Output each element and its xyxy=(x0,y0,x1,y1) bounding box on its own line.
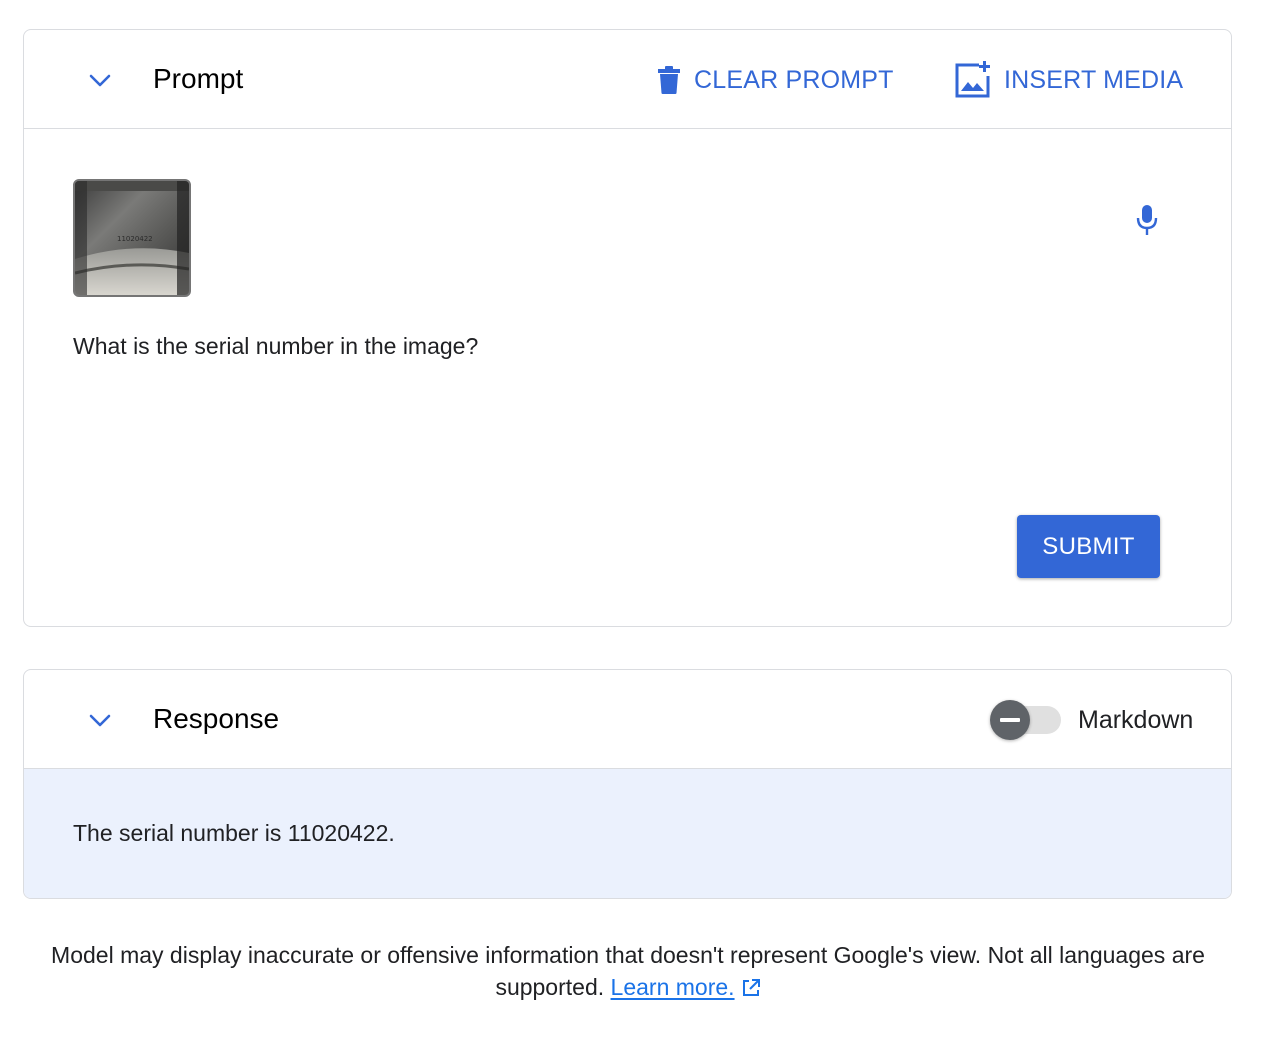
prompt-input-text[interactable]: What is the serial number in the image? xyxy=(73,331,478,361)
disclaimer-line-2: supported. Learn more. xyxy=(0,971,1256,1003)
markdown-toggle[interactable] xyxy=(989,698,1063,742)
serial-plate-photo: 11020422 xyxy=(75,181,189,295)
open-in-new-icon[interactable] xyxy=(741,978,761,998)
response-text: The serial number is 11020422. xyxy=(73,820,395,846)
trash-icon xyxy=(658,66,680,94)
microphone-icon[interactable] xyxy=(1134,203,1160,237)
response-header: Response Markdown xyxy=(24,670,1231,769)
chevron-down-icon[interactable] xyxy=(86,66,114,94)
attached-image-thumbnail[interactable]: 11020422 xyxy=(73,179,191,297)
response-body: The serial number is 11020422. xyxy=(24,769,1231,898)
serial-text-on-image: 11020422 xyxy=(117,235,153,243)
prompt-header: Prompt CLEAR PROMPT INSERT MEDIA xyxy=(24,30,1231,129)
chevron-down-icon[interactable] xyxy=(86,706,114,734)
toggle-thumb xyxy=(990,700,1030,740)
response-panel: Response Markdown The serial number is 1… xyxy=(23,669,1232,899)
clear-prompt-label: CLEAR PROMPT xyxy=(694,65,894,94)
response-title: Response xyxy=(153,703,280,734)
submit-button[interactable]: SUBMIT xyxy=(1017,515,1160,578)
disclaimer-line-2-text: supported. xyxy=(495,974,605,1000)
prompt-panel: Prompt CLEAR PROMPT INSERT MEDIA 1102042… xyxy=(23,29,1232,627)
disclaimer-line-1: Model may display inaccurate or offensiv… xyxy=(51,942,1205,968)
clear-prompt-button[interactable]: CLEAR PROMPT xyxy=(656,60,894,100)
insert-media-label: INSERT MEDIA xyxy=(1004,65,1184,94)
prompt-title: Prompt xyxy=(153,63,244,94)
disclaimer: Model may display inaccurate or offensiv… xyxy=(0,939,1256,1003)
markdown-toggle-label: Markdown xyxy=(1078,706,1194,734)
learn-more-link[interactable]: Learn more. xyxy=(611,974,735,1000)
insert-media-button[interactable]: INSERT MEDIA xyxy=(954,60,1183,100)
add-photo-icon xyxy=(955,61,990,98)
